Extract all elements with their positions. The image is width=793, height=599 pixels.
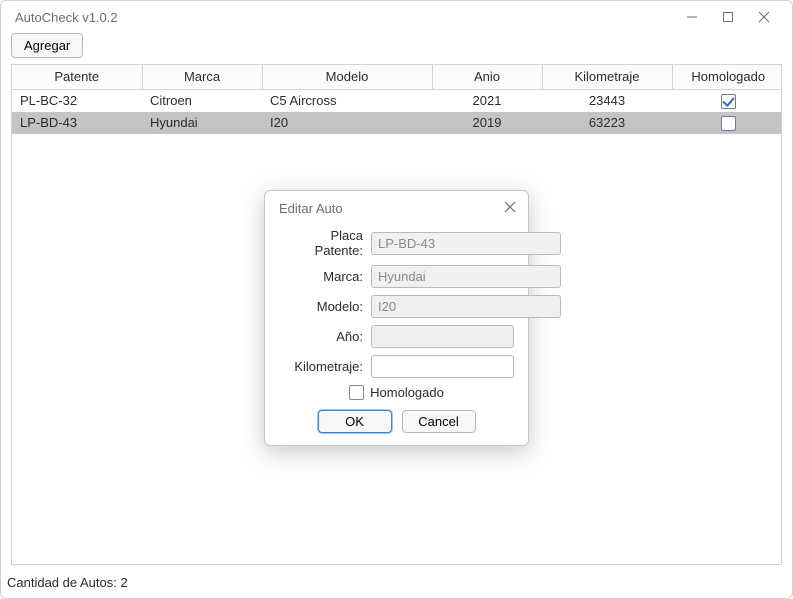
table-row[interactable]: PL-BC-32CitroenC5 Aircross202123443 xyxy=(12,89,782,112)
status-text: Cantidad de Autos: 2 xyxy=(7,575,128,590)
label-marca: Marca: xyxy=(279,269,371,284)
col-header-homologado[interactable]: Homologado xyxy=(672,65,782,89)
input-marca xyxy=(371,265,561,288)
label-modelo: Modelo: xyxy=(279,299,371,314)
row-homologado-checkbox[interactable] xyxy=(721,94,736,109)
label-homologado: Homologado xyxy=(370,385,444,400)
dialog-titlebar: Editar Auto xyxy=(265,191,528,224)
cell-anio: 2019 xyxy=(432,112,542,134)
input-anio xyxy=(372,326,514,347)
cancel-button[interactable]: Cancel xyxy=(402,410,476,433)
dialog-title: Editar Auto xyxy=(279,201,504,216)
cell-modelo: I20 xyxy=(262,112,432,134)
window-title: AutoCheck v1.0.2 xyxy=(15,10,118,25)
cell-marca: Hyundai xyxy=(142,112,262,134)
col-header-marca[interactable]: Marca xyxy=(142,65,262,89)
cell-patente: PL-BC-32 xyxy=(12,89,142,112)
cell-anio: 2021 xyxy=(432,89,542,112)
titlebar: AutoCheck v1.0.2 xyxy=(1,1,792,33)
input-patente xyxy=(371,232,561,255)
cell-homologado xyxy=(672,112,782,134)
col-header-kilometraje[interactable]: Kilometraje xyxy=(542,65,672,89)
checkbox-homologado[interactable] xyxy=(349,385,364,400)
spinner-anio xyxy=(371,325,514,348)
cell-kilometraje: 63223 xyxy=(542,112,672,134)
dialog-body: Placa Patente: Marca: Modelo: Año: xyxy=(265,224,528,445)
ok-button[interactable]: OK xyxy=(318,410,392,433)
label-kilometraje: Kilometraje: xyxy=(279,359,371,374)
edit-car-dialog: Editar Auto Placa Patente: Marca: Modelo… xyxy=(264,190,529,446)
label-patente: Placa Patente: xyxy=(279,228,371,258)
maximize-button[interactable] xyxy=(710,5,746,29)
col-header-patente[interactable]: Patente xyxy=(12,65,142,89)
cars-table[interactable]: Patente Marca Modelo Anio Kilometraje Ho… xyxy=(12,65,782,134)
minimize-button[interactable] xyxy=(674,5,710,29)
toolbar: Agregar xyxy=(1,33,792,64)
col-header-anio[interactable]: Anio xyxy=(432,65,542,89)
add-button[interactable]: Agregar xyxy=(11,33,83,58)
dialog-close-button[interactable] xyxy=(504,201,516,216)
input-modelo xyxy=(371,295,561,318)
cell-modelo: C5 Aircross xyxy=(262,89,432,112)
col-header-modelo[interactable]: Modelo xyxy=(262,65,432,89)
cell-marca: Citroen xyxy=(142,89,262,112)
cell-homologado xyxy=(672,89,782,112)
input-kilometraje[interactable] xyxy=(372,356,514,377)
main-window: AutoCheck v1.0.2 Agregar Pa xyxy=(0,0,793,599)
status-bar: Cantidad de Autos: 2 xyxy=(1,571,792,598)
close-button[interactable] xyxy=(746,5,782,29)
label-anio: Año: xyxy=(279,329,371,344)
cell-kilometraje: 23443 xyxy=(542,89,672,112)
spinner-kilometraje[interactable] xyxy=(371,355,514,378)
table-row[interactable]: LP-BD-43HyundaiI20201963223 xyxy=(12,112,782,134)
cell-patente: LP-BD-43 xyxy=(12,112,142,134)
row-homologado-checkbox[interactable] xyxy=(721,116,736,131)
table-header-row: Patente Marca Modelo Anio Kilometraje Ho… xyxy=(12,65,782,89)
